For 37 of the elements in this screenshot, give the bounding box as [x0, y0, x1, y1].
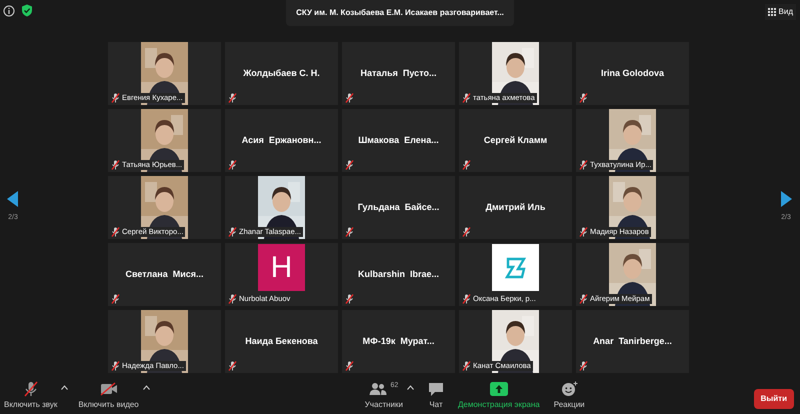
- toolbar-button[interactable]: Чат: [428, 381, 444, 411]
- camera-off-icon: [100, 382, 118, 396]
- participant-name: Irina Golodova: [600, 66, 664, 80]
- info-icon[interactable]: [3, 4, 15, 16]
- participant-name: Наталья Пусто...: [360, 66, 436, 80]
- caret-icon[interactable]: [406, 385, 414, 390]
- participant-name: МФ-19к Мурат...: [362, 334, 434, 348]
- participant-name: Дмитрий Иль: [486, 200, 546, 214]
- smiley-icon: [560, 381, 578, 397]
- participant-name: Наида Бекенова: [245, 334, 318, 348]
- participant-name: Светлана Мися...: [125, 268, 204, 281]
- participant-name: Anar Tanirberge...: [593, 334, 672, 348]
- grid-icon: [768, 8, 776, 16]
- toolbar-button[interactable]: Включить видео: [78, 381, 139, 411]
- caret-icon[interactable]: [61, 385, 68, 390]
- participant-name: Гульдана Байсе...: [358, 200, 440, 214]
- shield-icon[interactable]: [21, 4, 33, 17]
- left-arrow-icon: [7, 191, 19, 208]
- chat-icon: [428, 382, 444, 396]
- view-button[interactable]: Вид: [764, 4, 796, 20]
- toolbar-button[interactable]: Включить звук: [4, 381, 58, 411]
- participant-name: Жолдыбаев С. Н.: [243, 66, 320, 80]
- participant-name: Kulbarshin Ibrae...: [358, 268, 440, 281]
- participant-name: Шмакова Елена...: [358, 134, 439, 147]
- toolbar-button[interactable]: Демонстрация экрана: [458, 381, 540, 411]
- people-icon: [369, 382, 388, 396]
- toolbar-button[interactable]: Реакции: [554, 381, 585, 411]
- caret-icon[interactable]: [142, 385, 150, 390]
- right-arrow-icon: [780, 191, 792, 208]
- meeting-title: СКУ им. М. Козыбаева Е.М. Исакаев разговаривает...: [296, 7, 504, 19]
- participant-name: Асия Ержановн...: [242, 134, 322, 147]
- share-screen-icon: [490, 382, 508, 396]
- letter-avatar: H: [258, 244, 305, 291]
- leave-button[interactable]: Выйти: [754, 389, 794, 409]
- logo-icon: [504, 256, 528, 280]
- participant-name: Сергей Кламм: [484, 134, 548, 147]
- muted-mic-icon: [22, 381, 39, 397]
